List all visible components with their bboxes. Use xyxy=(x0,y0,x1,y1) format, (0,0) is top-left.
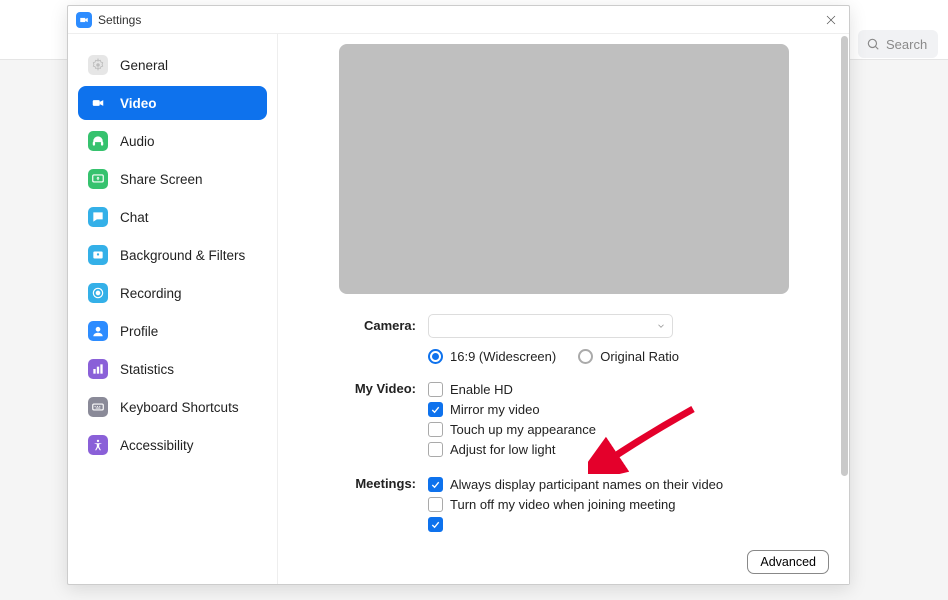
sidebar-item-label: Statistics xyxy=(120,362,174,377)
checkbox-label: Touch up my appearance xyxy=(450,422,596,437)
checkbox-icon xyxy=(428,422,443,437)
radio-icon xyxy=(578,349,593,364)
checkbox-label: Enable HD xyxy=(450,382,513,397)
checkbox-label: Mirror my video xyxy=(450,402,540,417)
sidebar-item-label: Keyboard Shortcuts xyxy=(120,400,239,415)
titlebar: Settings xyxy=(68,6,849,34)
sidebar-item-label: Recording xyxy=(120,286,182,301)
scrollbar[interactable] xyxy=(841,36,848,582)
aspect-original[interactable]: Original Ratio xyxy=(578,349,679,364)
sidebar-item-label: Video xyxy=(120,96,157,111)
sidebar-item-audio[interactable]: Audio xyxy=(78,124,267,158)
sidebar-item-chat[interactable]: Chat xyxy=(78,200,267,234)
sidebar-item-label: Chat xyxy=(120,210,149,225)
search-icon xyxy=(866,37,880,51)
checkbox-off[interactable]: Turn off my video when joining meeting xyxy=(428,497,819,512)
sidebar-item-label: Share Screen xyxy=(120,172,203,187)
sidebar-item-general[interactable]: General xyxy=(78,48,267,82)
checkbox-hidden[interactable] xyxy=(428,517,819,532)
sidebar-item-label: Background & Filters xyxy=(120,248,245,263)
checkbox-icon xyxy=(428,497,443,512)
settings-window: Settings General Video Audio Share Screen Ch… xyxy=(67,5,850,585)
checkbox-label: Adjust for low light xyxy=(450,442,556,457)
checkbox-names[interactable]: Always display participant names on thei… xyxy=(428,477,819,492)
checkbox-icon xyxy=(428,517,443,532)
background-icon xyxy=(88,245,108,265)
checkbox-icon xyxy=(428,402,443,417)
headphones-icon xyxy=(88,131,108,151)
sidebar-item-label: Audio xyxy=(120,134,155,149)
search-placeholder: Search xyxy=(886,37,927,52)
accessibility-icon xyxy=(88,435,108,455)
myvideo-label: My Video: xyxy=(308,377,428,462)
statistics-icon xyxy=(88,359,108,379)
radio-label: Original Ratio xyxy=(600,349,679,364)
meetings-label: Meetings: xyxy=(308,472,428,537)
sidebar-item-recording[interactable]: Recording xyxy=(78,276,267,310)
sidebar-item-shortcuts[interactable]: Keyboard Shortcuts xyxy=(78,390,267,424)
checkbox-icon xyxy=(428,382,443,397)
video-icon xyxy=(88,93,108,113)
video-preview xyxy=(339,44,789,294)
chevron-down-icon xyxy=(656,321,666,331)
sidebar-item-profile[interactable]: Profile xyxy=(78,314,267,348)
window-title: Settings xyxy=(98,13,141,27)
checkbox-mirror[interactable]: Mirror my video xyxy=(428,402,819,417)
checkbox-label: Turn off my video when joining meeting xyxy=(450,497,675,512)
checkbox-label: Always display participant names on thei… xyxy=(450,477,723,492)
aspect-widescreen[interactable]: 16:9 (Widescreen) xyxy=(428,349,556,364)
sidebar-item-stats[interactable]: Statistics xyxy=(78,352,267,386)
checkbox-lowlight[interactable]: Adjust for low light xyxy=(428,442,819,457)
chat-icon xyxy=(88,207,108,227)
sidebar-item-bg[interactable]: Background & Filters xyxy=(78,238,267,272)
sidebar-item-label: Profile xyxy=(120,324,158,339)
sidebar: General Video Audio Share Screen Chat Backgro… xyxy=(68,34,278,584)
close-icon xyxy=(825,14,837,26)
checkbox-enableHd[interactable]: Enable HD xyxy=(428,382,819,397)
scroll-area: Camera: 16:9 (Widescreen) xyxy=(278,34,849,540)
radio-label: 16:9 (Widescreen) xyxy=(450,349,556,364)
gear-icon xyxy=(88,55,108,75)
main-panel: Camera: 16:9 (Widescreen) xyxy=(278,34,849,584)
checkbox-icon xyxy=(428,442,443,457)
record-icon xyxy=(88,283,108,303)
search-input[interactable]: Search xyxy=(858,30,938,58)
checkbox-icon xyxy=(428,477,443,492)
app-icon xyxy=(76,12,92,28)
profile-icon xyxy=(88,321,108,341)
sidebar-item-label: Accessibility xyxy=(120,438,194,453)
close-button[interactable] xyxy=(821,10,841,30)
camera-select[interactable] xyxy=(428,314,673,338)
advanced-button[interactable]: Advanced xyxy=(747,550,829,574)
sidebar-item-share[interactable]: Share Screen xyxy=(78,162,267,196)
sidebar-item-video[interactable]: Video xyxy=(78,86,267,120)
share-screen-icon xyxy=(88,169,108,189)
camera-label: Camera: xyxy=(308,314,428,369)
checkbox-touchup[interactable]: Touch up my appearance xyxy=(428,422,819,437)
keyboard-icon xyxy=(88,397,108,417)
sidebar-item-label: General xyxy=(120,58,168,73)
scrollbar-thumb[interactable] xyxy=(841,36,848,476)
sidebar-item-accessibility[interactable]: Accessibility xyxy=(78,428,267,462)
footer: Advanced xyxy=(278,540,849,584)
radio-icon xyxy=(428,349,443,364)
